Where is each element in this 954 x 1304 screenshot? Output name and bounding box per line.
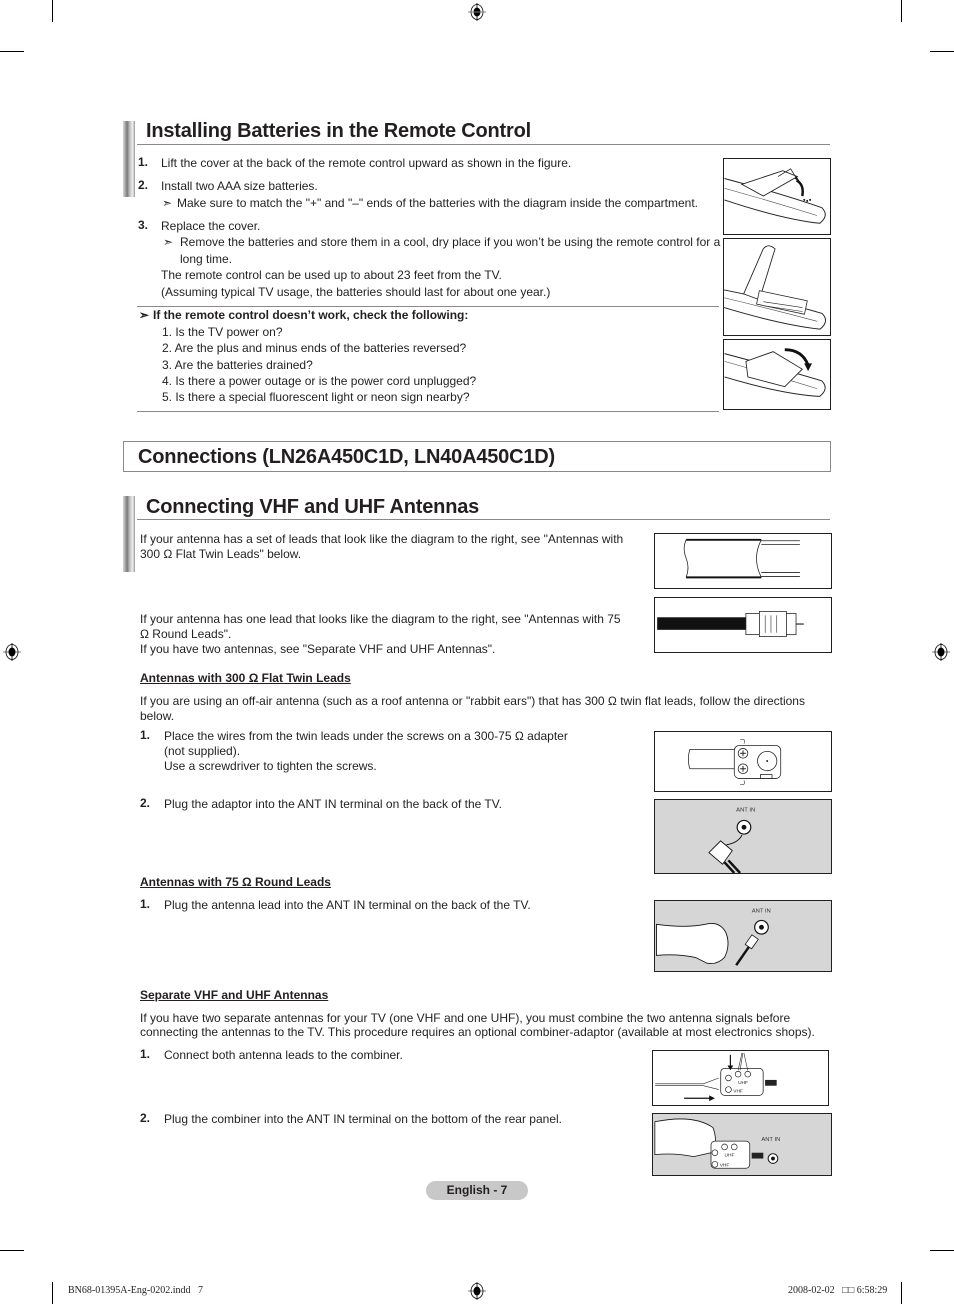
step-extra: The remote control can be used up to abo… [161, 268, 502, 282]
intro-text: If you have two antennas, see "Separate … [140, 642, 496, 656]
crop-mark [930, 1250, 954, 1251]
remote-open-cover-illustration [724, 168, 826, 224]
subheading-flat-twin: Antennas with 300 Ω Flat Twin Leads [140, 671, 351, 685]
step-text: (not supplied). [164, 744, 241, 758]
paragraph: below. [140, 709, 175, 723]
registration-mark-icon [468, 1282, 486, 1300]
figure-remote-batteries [723, 238, 831, 336]
section-accent-bar [123, 496, 135, 572]
step-text: Replace the cover. [161, 219, 261, 233]
step-number: 2. [140, 1111, 151, 1125]
crop-mark [901, 0, 902, 22]
step-number: 2. [140, 796, 151, 810]
paragraph: If you are using an off-air antenna (suc… [140, 694, 805, 708]
step-text: Lift the cover at the back of the remote… [161, 156, 572, 170]
ant-in-label: ANT IN [736, 808, 755, 814]
section-rule [137, 519, 830, 520]
intro-text: If your antenna has one lead that looks … [140, 612, 621, 626]
step-number: 1. [140, 728, 151, 742]
intro-text: If your antenna has a set of leads that … [140, 532, 624, 546]
crop-mark [930, 51, 954, 52]
paragraph: connecting the antennas to the TV. This … [140, 1025, 815, 1039]
step-text: Connect both antenna leads to the combin… [164, 1048, 403, 1062]
check-heading: If the remote control doesn’t work, chec… [153, 308, 469, 322]
step-text: Install two AAA size batteries. [161, 179, 318, 193]
subheading-round-leads: Antennas with 75 Ω Round Leads [140, 875, 331, 889]
figure-adapter-ant-in: ANT IN [654, 799, 832, 874]
note-arrow-icon: ➣ [163, 235, 174, 249]
section-title-antennas: Connecting VHF and UHF Antennas [146, 496, 480, 518]
step-text: Place the wires from the twin leads unde… [164, 729, 568, 743]
crop-mark [52, 0, 53, 22]
step-number: 1. [140, 1047, 151, 1061]
intro-text: Ω Round Leads". [140, 627, 232, 641]
figure-flat-twin-lead [654, 533, 832, 589]
adapter-illustration [687, 738, 782, 786]
connections-title: Connections (LN26A450C1D, LN40A450C1D) [138, 446, 555, 468]
crop-mark [0, 1250, 24, 1251]
page-number-badge: English - 7 [426, 1181, 528, 1200]
section-rule [137, 144, 830, 145]
remote-close-cover-illustration [724, 348, 826, 397]
uhf-label: UHF [725, 1153, 735, 1159]
step-text: Plug the antenna lead into the ANT IN te… [164, 898, 531, 912]
registration-mark-icon [932, 643, 950, 661]
check-item: 2. Are the plus and minus ends of the ba… [162, 341, 467, 355]
step-note: Make sure to match the "+" and "–" ends … [177, 196, 698, 210]
flat-twin-lead-illustration [683, 538, 800, 579]
figure-combiner-ant-in: UHF VHF ANT IN [652, 1113, 832, 1176]
step-text: Plug the adaptor into the ANT IN termina… [164, 797, 502, 811]
check-item: 5. Is there a special fluorescent light … [162, 390, 470, 404]
check-item: 1. Is the TV power on? [162, 325, 283, 339]
divider [137, 411, 719, 412]
figure-round-lead [654, 597, 832, 653]
round-lead-illustration [657, 611, 804, 637]
registration-mark-icon [3, 643, 21, 661]
crop-mark [0, 51, 24, 52]
ant-in-label: ANT IN [761, 1137, 780, 1143]
combiner-ant-in-illustration: UHF VHF ANT IN [654, 1118, 780, 1169]
section-accent-bar [123, 121, 135, 197]
step-extra: (Assuming typical TV usage, the batterie… [161, 285, 551, 299]
crop-mark [901, 1282, 902, 1304]
slug-filename: BN68-01395A-Eng-0202.indd 7 [68, 1285, 203, 1296]
figure-combiner: UHF VHF [652, 1050, 829, 1106]
vhf-label: VHF [720, 1162, 730, 1168]
uhf-label: UHF [738, 1080, 748, 1086]
remote-batteries-illustration [724, 245, 826, 330]
figure-remote-open-cover [723, 158, 831, 235]
note-arrow-icon: ➣ [139, 308, 150, 322]
figure-remote-close-cover [723, 339, 831, 410]
figure-round-ant-in: ANT IN [654, 900, 832, 972]
intro-text: 300 Ω Flat Twin Leads" below. [140, 547, 302, 561]
step-number: 1. [138, 155, 149, 169]
step-note: long time. [180, 252, 233, 266]
combiner-illustration: UHF VHF [655, 1052, 777, 1102]
step-note: Remove the batteries and store them in a… [180, 235, 721, 249]
registration-mark-icon [468, 3, 486, 21]
adapter-ant-in-illustration: ANT IN [708, 808, 755, 873]
check-item: 3. Are the batteries drained? [162, 358, 313, 372]
step-number: 3. [138, 218, 149, 232]
step-number: 1. [140, 897, 151, 911]
crop-mark [52, 1282, 53, 1304]
check-item: 4. Is there a power outage or is the pow… [162, 374, 477, 388]
ant-in-label: ANT IN [752, 909, 771, 915]
subheading-separate: Separate VHF and UHF Antennas [140, 988, 329, 1002]
note-arrow-icon: ➣ [162, 196, 173, 210]
round-ant-in-illustration: ANT IN [656, 909, 771, 966]
vhf-label: VHF [733, 1088, 743, 1094]
step-number: 2. [138, 178, 149, 192]
figure-adapter [654, 731, 832, 792]
section-title-batteries: Installing Batteries in the Remote Contr… [146, 120, 531, 142]
step-text: Plug the combiner into the ANT IN termin… [164, 1112, 562, 1126]
slug-timestamp: 2008-02-02 □□ 6:58:29 [788, 1285, 888, 1296]
step-text: Use a screwdriver to tighten the screws. [164, 759, 377, 773]
